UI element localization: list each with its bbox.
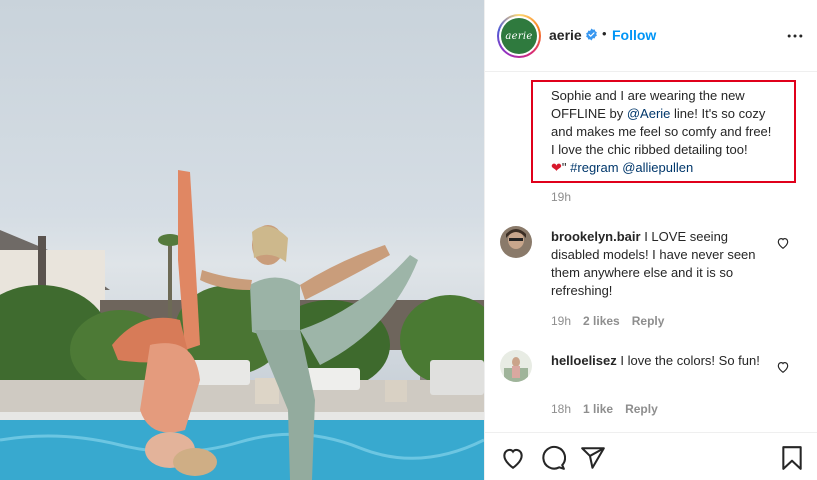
commenter-avatar[interactable] (500, 350, 532, 382)
comment-username[interactable]: helloelisez (551, 353, 617, 368)
brand-logo: aerie (501, 18, 537, 54)
avatar-inner: aerie (499, 16, 539, 56)
commenter-photo (500, 226, 532, 258)
caption-text-part: line! It's so cozy (670, 106, 766, 121)
follow-button[interactable]: Follow (612, 27, 656, 43)
comment-time[interactable]: 18h (551, 402, 571, 416)
hashtag-link[interactable]: #regram (570, 160, 618, 175)
comment-likes[interactable]: 1 like (583, 402, 613, 416)
caption-text-part: OFFLINE by (551, 106, 627, 121)
heart-icon[interactable] (776, 236, 790, 250)
heart-icon[interactable] (776, 360, 790, 374)
commenter-photo (500, 350, 532, 382)
caption-line-3: and makes me feel so comfy and free! (551, 124, 772, 139)
heart-emoji: ❤ (551, 160, 562, 175)
profile-avatar[interactable]: aerie (497, 14, 541, 58)
post-username[interactable]: aerie (549, 27, 582, 43)
comment-meta: 18h 1 like Reply (551, 402, 658, 416)
mention-link-aerie[interactable]: @Aerie (627, 106, 671, 121)
comment-body: brookelyn.bair I LOVE seeing disabled mo… (551, 228, 771, 300)
separator-dot: • (602, 26, 607, 41)
caption-line-2: OFFLINE by @Aerie line! It's so cozy (551, 105, 791, 123)
post-actions-bar (485, 432, 817, 480)
heart-icon[interactable] (500, 445, 526, 471)
bookmark-icon[interactable] (779, 445, 805, 471)
caption-line-4: I love the chic ribbed detailing too! (551, 142, 748, 157)
caption-line-5: ❤" #regram @alliepullen (551, 159, 791, 177)
comment-likes[interactable]: 2 likes (583, 314, 620, 328)
post-details-panel: aerie aerie • Follow Sophie and I are we… (484, 0, 817, 480)
reply-button[interactable]: Reply (625, 402, 658, 416)
comment-icon[interactable] (540, 445, 566, 471)
verified-badge-icon (586, 28, 597, 41)
more-options-icon[interactable] (785, 26, 805, 46)
yoga-pose-image (0, 170, 484, 480)
reply-button[interactable]: Reply (632, 314, 665, 328)
comment-time[interactable]: 19h (551, 314, 571, 328)
post-caption: Sophie and I are wearing the new OFFLINE… (551, 87, 791, 177)
caption-line-1: Sophie and I are wearing the new (551, 88, 745, 103)
caption-timestamp[interactable]: 19h (551, 190, 571, 204)
post-photo[interactable] (0, 0, 484, 480)
caption-quote: " (561, 160, 567, 175)
share-icon[interactable] (580, 445, 606, 471)
mention-link-alliepullen[interactable]: @alliepullen (622, 160, 693, 175)
comment-meta: 19h 2 likes Reply (551, 314, 664, 328)
post-header: aerie aerie • Follow (485, 0, 817, 72)
comment-username[interactable]: brookelyn.bair (551, 229, 641, 244)
commenter-avatar[interactable] (500, 226, 532, 258)
comment-body: helloelisez I love the colors! So fun! (551, 352, 771, 370)
comment-text: I love the colors! So fun! (620, 353, 760, 368)
